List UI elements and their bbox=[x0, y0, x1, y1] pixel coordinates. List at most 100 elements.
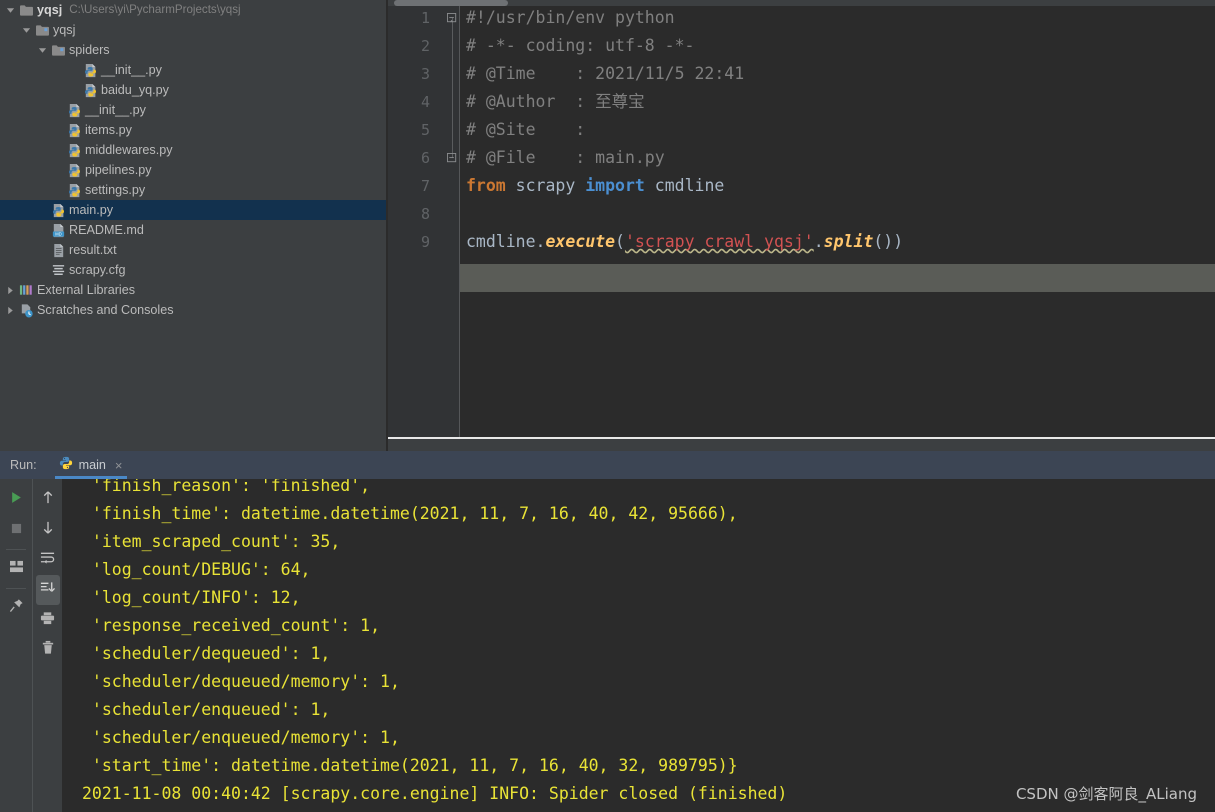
editor-gutter[interactable]: 123456789 bbox=[388, 6, 460, 437]
tree-row-label: middlewares.py bbox=[85, 140, 173, 160]
chevron-right-icon[interactable] bbox=[4, 300, 17, 320]
code-fold-rail bbox=[452, 18, 453, 158]
external-libraries-icon bbox=[17, 282, 35, 298]
arrow-down-icon bbox=[41, 520, 55, 540]
tree-row-external-libraries[interactable]: External Libraries bbox=[0, 280, 388, 300]
code-line-6: # @File : main.py bbox=[466, 144, 665, 172]
layout-button[interactable] bbox=[0, 554, 32, 584]
tree-row-spiders[interactable]: spiders bbox=[0, 40, 388, 60]
python-file-icon bbox=[81, 62, 99, 78]
code-token: import bbox=[585, 176, 645, 195]
code-line-3: # @Time : 2021/11/5 22:41 bbox=[466, 60, 744, 88]
chevron-right-icon[interactable] bbox=[4, 280, 17, 300]
fold-collapse-icon[interactable] bbox=[446, 4, 458, 32]
tree-spacer bbox=[52, 100, 65, 120]
code-token: . bbox=[814, 232, 824, 251]
folder-module-icon bbox=[33, 22, 51, 38]
clear-all-button[interactable] bbox=[33, 635, 62, 665]
code-token: . bbox=[536, 232, 546, 251]
tree-spacer bbox=[52, 160, 65, 180]
pin-icon bbox=[9, 598, 24, 618]
tree-row-label: __init__.py bbox=[101, 60, 162, 80]
code-line-7: from scrapy import cmdline bbox=[466, 172, 724, 200]
watermark-text: CSDN @剑客阿良_ALiang bbox=[1016, 783, 1197, 804]
tree-row-yqsj[interactable]: yqsjC:\Users\yi\PycharmProjects\yqsj bbox=[0, 0, 388, 20]
code-text-area[interactable]: #!/usr/bin/env python# -*- coding: utf-8… bbox=[460, 6, 1215, 437]
print-button[interactable] bbox=[33, 605, 62, 635]
tree-row--init-py[interactable]: __init__.py bbox=[0, 60, 388, 80]
folder-module-icon bbox=[49, 42, 67, 58]
python-file-icon bbox=[65, 122, 83, 138]
scroll-to-end-button[interactable] bbox=[36, 575, 60, 605]
stop-button[interactable] bbox=[0, 515, 32, 545]
chevron-down-icon[interactable] bbox=[4, 0, 17, 20]
tree-row-label: baidu_yq.py bbox=[101, 80, 169, 100]
code-token: # @Site : bbox=[466, 120, 585, 139]
tree-row-result-txt[interactable]: result.txt bbox=[0, 240, 388, 260]
console-line: 'finish_reason': 'finished', bbox=[82, 479, 370, 500]
tree-row-pipelines-py[interactable]: pipelines.py bbox=[0, 160, 388, 180]
tree-spacer bbox=[36, 200, 49, 220]
code-token: #!/usr/bin/env python bbox=[466, 8, 675, 27]
svg-text:MD: MD bbox=[55, 231, 61, 236]
fold-end-icon[interactable] bbox=[446, 144, 458, 172]
console-line: 'response_received_count': 1, bbox=[82, 612, 380, 640]
play-icon bbox=[10, 491, 23, 509]
python-file-icon bbox=[65, 102, 83, 118]
tree-row-middlewares-py[interactable]: middlewares.py bbox=[0, 140, 388, 160]
tree-row-readme-md[interactable]: MDREADME.md bbox=[0, 220, 388, 240]
tree-row-label: result.txt bbox=[69, 240, 117, 260]
python-file-icon bbox=[65, 142, 83, 158]
run-toolbar-left bbox=[0, 479, 32, 812]
tree-row-settings-py[interactable]: settings.py bbox=[0, 180, 388, 200]
console-line: 'finish_time': datetime.datetime(2021, 1… bbox=[82, 500, 738, 528]
code-token: cmdline bbox=[466, 232, 536, 251]
chevron-down-icon[interactable] bbox=[36, 40, 49, 60]
tree-spacer bbox=[52, 180, 65, 200]
python-file-icon bbox=[49, 202, 67, 218]
run-tool-window: Run: main × bbox=[0, 451, 1215, 812]
tree-row-yqsj[interactable]: yqsj bbox=[0, 20, 388, 40]
run-window-label: Run: bbox=[10, 458, 37, 472]
code-token: from bbox=[466, 176, 506, 195]
console-line: 'scheduler/enqueued': 1, bbox=[82, 696, 330, 724]
toolbar-separator bbox=[6, 588, 26, 589]
run-toolbar-right bbox=[32, 479, 62, 812]
tree-row-label: settings.py bbox=[85, 180, 145, 200]
arrow-up-icon bbox=[41, 490, 55, 510]
project-path-label: C:\Users\yi\PycharmProjects\yqsj bbox=[69, 0, 240, 20]
line-number: 1 bbox=[390, 4, 430, 32]
console-output[interactable]: 'finish_reason': 'finished', 'finish_tim… bbox=[62, 479, 1215, 812]
python-icon bbox=[59, 456, 73, 475]
run-tab-bar: Run: main × bbox=[0, 451, 1215, 479]
up-button[interactable] bbox=[33, 485, 62, 515]
tree-row-items-py[interactable]: items.py bbox=[0, 120, 388, 140]
close-icon[interactable]: × bbox=[115, 458, 123, 473]
run-tab-main[interactable]: main × bbox=[55, 451, 127, 479]
down-button[interactable] bbox=[33, 515, 62, 545]
tree-spacer bbox=[68, 80, 81, 100]
pin-tab-button[interactable] bbox=[0, 593, 32, 623]
tree-row-baidu-yq-py[interactable]: baidu_yq.py bbox=[0, 80, 388, 100]
tree-row-main-py[interactable]: main.py bbox=[0, 200, 388, 220]
python-file-icon bbox=[65, 162, 83, 178]
editor-under-strip bbox=[388, 439, 1215, 451]
chevron-down-icon[interactable] bbox=[20, 20, 33, 40]
tree-spacer bbox=[36, 260, 49, 280]
soft-wrap-button[interactable] bbox=[33, 545, 62, 575]
layout-icon bbox=[9, 560, 24, 578]
toolbar-separator bbox=[6, 549, 26, 550]
tree-row--init-py[interactable]: __init__.py bbox=[0, 100, 388, 120]
project-tool-window[interactable]: yqsjC:\Users\yi\PycharmProjects\yqsjyqsj… bbox=[0, 0, 388, 451]
tree-row-scrapy-cfg[interactable]: scrapy.cfg bbox=[0, 260, 388, 280]
line-number: 4 bbox=[390, 88, 430, 116]
code-line-1: #!/usr/bin/env python bbox=[466, 4, 675, 32]
tree-row-label: spiders bbox=[69, 40, 110, 60]
tree-row-scratches-and-consoles[interactable]: Scratches and Consoles bbox=[0, 300, 388, 320]
folder-icon bbox=[17, 2, 35, 18]
code-token: cmdline bbox=[645, 176, 724, 195]
tree-spacer bbox=[52, 120, 65, 140]
rerun-button[interactable] bbox=[0, 485, 32, 515]
code-editor[interactable]: 123456789 #!/usr/bin/env python# -*- cod… bbox=[388, 0, 1215, 437]
line-number: 3 bbox=[390, 60, 430, 88]
